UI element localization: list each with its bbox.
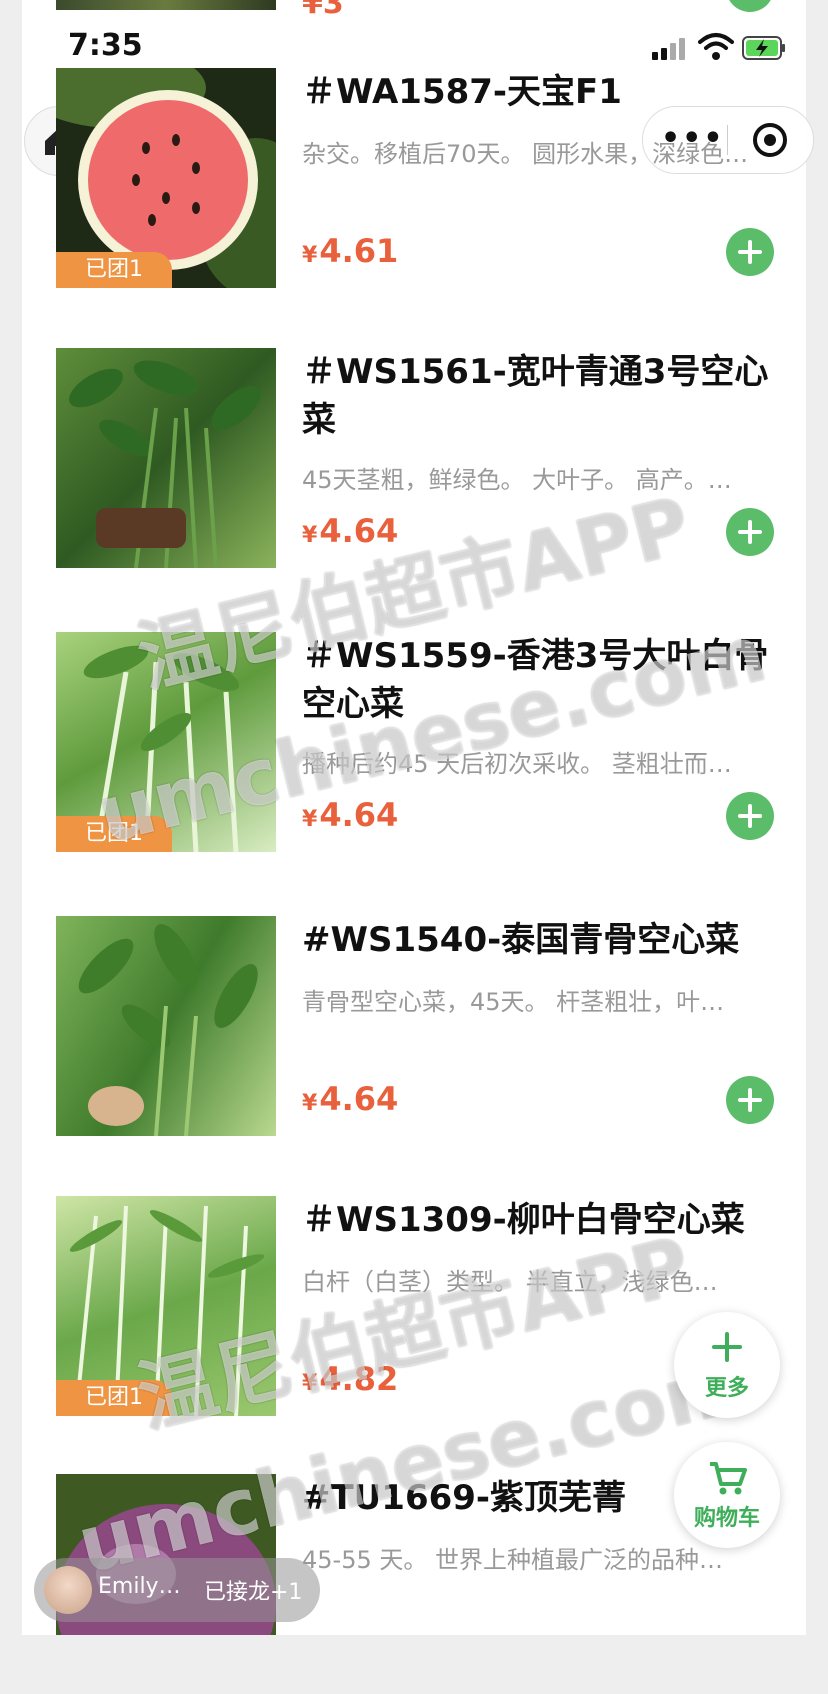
cart-label: 购物车 (693, 1506, 760, 1531)
water-spinach-image (69, 360, 261, 568)
product-description: 杂交。移植后70天。 圆形水果，深绿色… (302, 140, 749, 168)
avatar (44, 1566, 92, 1614)
product-title[interactable]: ＃WS1559-香港3号大叶白骨空心菜 (302, 632, 772, 728)
currency-symbol: ¥ (302, 243, 318, 268)
price-value: 4.61 (319, 232, 399, 270)
product-price: ¥4.64 (302, 512, 398, 550)
product-item[interactable]: #WS1540-泰国青骨空心菜 青骨型空心菜，45天。 杆茎粗壮，叶… ¥4.6… (56, 916, 796, 1136)
add-to-cart-button[interactable] (726, 228, 774, 276)
product-title[interactable]: ＃WS1561-宽叶青通3号空心菜 (302, 348, 772, 444)
product-description: 青骨型空心菜，45天。 杆茎粗壮，叶… (302, 988, 725, 1016)
product-price: ¥4.61 (302, 232, 398, 270)
product-item[interactable]: 已团1 ＃WA1587-天宝F1 杂交。移植后70天。 圆形水果，深绿色… ¥4… (56, 68, 796, 288)
group-buy-badge: 已团1 (56, 1380, 172, 1416)
product-item[interactable]: ＃WS1561-宽叶青通3号空心菜 45天茎粗，鲜绿色。 大叶子。 高产。… ¥… (56, 348, 796, 568)
status-time: 7:35 (68, 28, 143, 63)
battery-charging-icon (742, 36, 785, 60)
signal-icon (652, 38, 688, 60)
more-label: 更多 (704, 1376, 749, 1401)
price-value: 4.82 (319, 1360, 399, 1398)
price-value: 4.64 (319, 512, 399, 550)
product-title[interactable]: ＃WS1309-柳叶白骨空心菜 (302, 1196, 772, 1244)
partial-product-price: ¥3 (302, 0, 344, 21)
product-description: 45天茎粗，鲜绿色。 大叶子。 高产。… (302, 466, 732, 494)
group-buy-badge: 已团1 (56, 816, 172, 852)
activity-status: 已接龙+1 (204, 1580, 303, 1605)
add-to-cart-button[interactable] (726, 792, 774, 840)
product-description: 45-55 天。 世界上种植最广泛的品种… (302, 1546, 723, 1574)
product-title[interactable]: ＃WA1587-天宝F1 (302, 68, 772, 116)
more-button[interactable]: 更多 (674, 1312, 780, 1418)
product-description: 播种后约45 天后初次采收。 茎粗壮而… (302, 750, 732, 778)
currency-symbol: ¥ (302, 807, 318, 832)
product-image[interactable]: 已团1 (56, 1196, 276, 1416)
water-spinach-image (78, 924, 258, 1136)
product-description: 白杆（白茎）类型。 半直立，浅绿色… (302, 1268, 718, 1296)
product-image[interactable] (56, 348, 276, 568)
group-buy-badge: 已团1 (56, 252, 172, 288)
product-image[interactable]: 已团1 (56, 632, 276, 852)
add-to-cart-button[interactable] (726, 1076, 774, 1124)
product-price: ¥4.82 (302, 1360, 398, 1398)
plus-icon (712, 1332, 742, 1362)
currency-symbol: ¥ (302, 1371, 318, 1396)
product-item[interactable]: 已团1 ＃WS1559-香港3号大叶白骨空心菜 播种后约45 天后初次采收。 茎… (56, 632, 796, 852)
join-activity-bubble[interactable]: Emily… 已接龙+1 (34, 1558, 320, 1622)
price-value: 4.64 (319, 796, 399, 834)
wifi-icon (698, 33, 734, 60)
product-price: ¥4.64 (302, 1080, 398, 1118)
product-title[interactable]: #WS1540-泰国青骨空心菜 (302, 916, 772, 964)
activity-user-name: Emily… (98, 1574, 181, 1599)
cart-button[interactable]: 购物车 (674, 1442, 780, 1548)
product-image[interactable] (56, 916, 276, 1136)
currency-symbol: ¥ (302, 523, 318, 548)
product-price: ¥4.64 (302, 796, 398, 834)
currency-symbol: ¥ (302, 1091, 318, 1116)
price-value: 4.64 (319, 1080, 399, 1118)
product-image[interactable]: 已团1 (56, 68, 276, 288)
cart-icon (710, 1462, 747, 1495)
partial-product-thumb[interactable] (56, 0, 276, 10)
add-to-cart-button[interactable] (726, 508, 774, 556)
